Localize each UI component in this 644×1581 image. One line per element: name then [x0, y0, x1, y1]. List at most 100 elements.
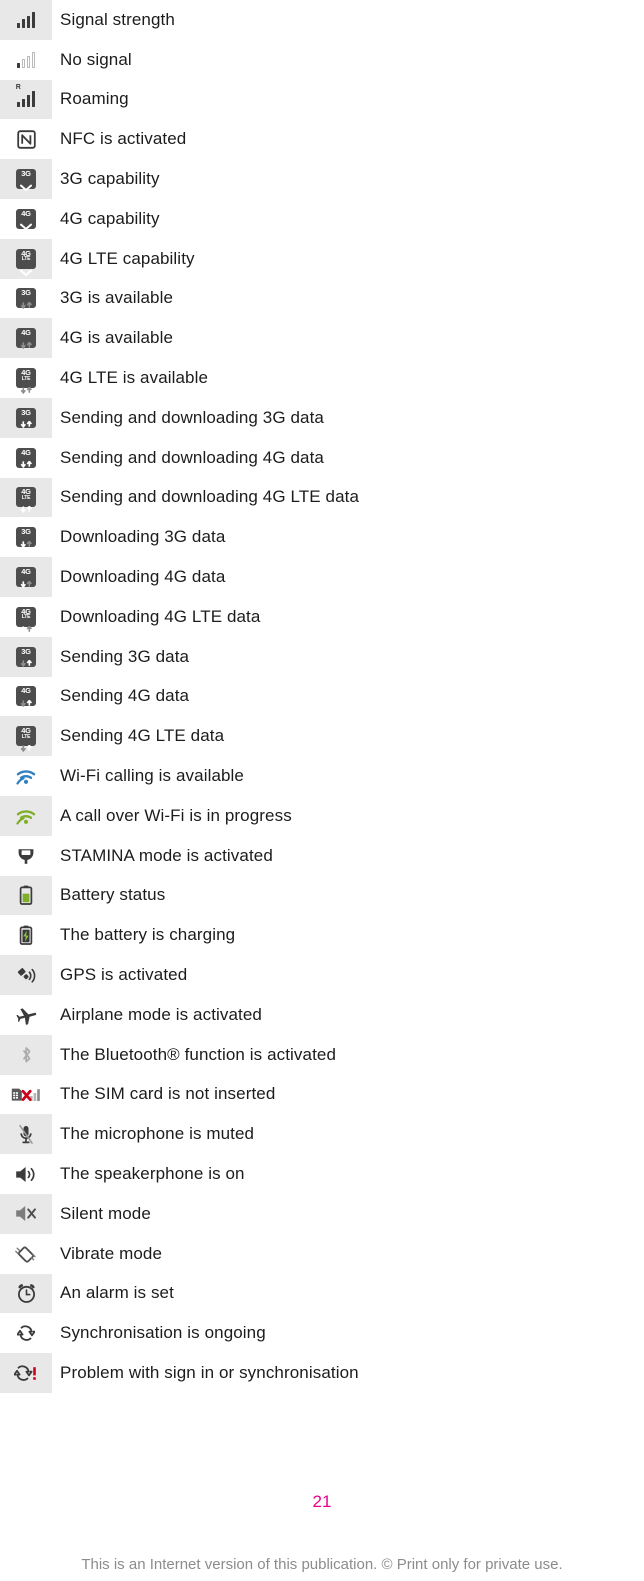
3g-download-icon: 3G [0, 517, 52, 557]
status-icon-row: 4G LTE Sending 4G LTE data [0, 716, 644, 757]
4g-send-receive-icon: 4G [0, 438, 52, 478]
status-icon-row: 3G Sending and downloading 3G data [0, 397, 644, 438]
status-icon-label: Problem with sign in or synchronisation [60, 1362, 359, 1382]
status-icon-label: STAMINA mode is activated [60, 845, 273, 865]
4g-available-icon: 4G [0, 318, 52, 359]
status-icon-label: 4G capability [60, 208, 160, 228]
3g-send-receive-icon: 3G [0, 397, 52, 438]
status-icon-row: STAMINA mode is activated [0, 836, 644, 876]
status-icon-row: Problem with sign in or synchronisation [0, 1353, 644, 1393]
status-icon-label: Downloading 4G LTE data [60, 606, 261, 626]
3g-upload-icon: 3G [0, 636, 52, 677]
no-signal-icon [0, 40, 52, 80]
4g-lte-send-receive-icon: 4G LTE [0, 477, 52, 518]
status-icon-row: 4G LTE 4G LTE is available [0, 358, 644, 398]
status-icon-label: The microphone is muted [60, 1124, 255, 1144]
status-icon-row: GPS is activated [0, 955, 644, 995]
status-icons-page: Signal strength No signal R Roaming NFC is a… [0, 0, 644, 1581]
microphone-muted-icon [0, 1114, 52, 1155]
no-sim-card-icon [0, 1075, 52, 1115]
status-icon-row: An alarm is set [0, 1273, 644, 1314]
status-icon-row: 3G Downloading 3G data [0, 517, 644, 557]
nfc-icon [0, 119, 52, 159]
vibrate-mode-icon [0, 1234, 52, 1274]
4g-lte-upload-icon: 4G LTE [0, 716, 52, 757]
wifi-calling-available-icon [0, 756, 52, 796]
wifi-call-in-progress-icon [0, 795, 52, 836]
status-icon-label: An alarm is set [60, 1283, 174, 1303]
status-icon-label: GPS is activated [60, 965, 188, 985]
status-icon-row: 4G Sending 4G data [0, 677, 644, 717]
status-icon-row: 4G Sending and downloading 4G data [0, 438, 644, 478]
status-icon-label: Downloading 4G data [60, 567, 226, 587]
status-icon-row: A call over Wi-Fi is in progress [0, 795, 644, 836]
status-icon-label: 4G LTE is available [60, 368, 209, 388]
roaming-icon: R [0, 79, 52, 120]
battery-status-icon [0, 875, 52, 916]
status-icon-label: Sending and downloading 3G data [60, 407, 324, 427]
status-icon-label: No signal [60, 49, 132, 69]
status-icon-row: Battery status [0, 875, 644, 916]
status-icon-label: Synchronisation is ongoing [60, 1323, 266, 1343]
status-icon-label: The speakerphone is on [60, 1164, 245, 1183]
status-icon-row: The Bluetooth® function is activated [0, 1034, 644, 1075]
status-icon-row: 4G LTE 4G LTE capability [0, 238, 644, 279]
status-icon-row: No signal [0, 40, 644, 80]
gps-icon [0, 955, 52, 995]
status-icon-label: Sending 3G data [60, 646, 190, 666]
battery-charging-icon [0, 915, 52, 955]
status-icon-label: Downloading 3G data [60, 527, 226, 547]
status-icon-label: Wi-Fi calling is available [60, 766, 244, 786]
status-icon-label: A call over Wi-Fi is in progress [60, 805, 292, 825]
status-icon-row: R Roaming [0, 79, 644, 120]
status-icon-row: Signal strength [0, 0, 644, 40]
status-icon-label: Silent mode [60, 1203, 151, 1223]
sync-ongoing-icon [0, 1313, 52, 1353]
status-icon-row: The speakerphone is on [0, 1154, 644, 1194]
status-icon-label: Signal strength [60, 9, 175, 29]
status-icon-label: Sending and downloading 4G data [60, 447, 324, 467]
status-icon-label: The Bluetooth® function is activated [60, 1044, 337, 1064]
page-number: 21 [312, 1492, 332, 1511]
status-icon-list: Signal strength No signal R Roaming NFC is a… [0, 0, 644, 1393]
status-icon-row: 4G LTE Downloading 4G LTE data [0, 597, 644, 637]
status-icon-label: Sending and downloading 4G LTE data [60, 487, 360, 507]
3g-available-icon: 3G [0, 279, 52, 319]
status-icon-row: 4G LTE Sending and downloading 4G LTE data [0, 477, 644, 518]
status-icon-label: Sending 4G LTE data [60, 726, 225, 746]
status-icon-row: 3G Sending 3G data [0, 636, 644, 677]
footer-copyright-note: This is an Internet version of this publ… [81, 1556, 563, 1573]
airplane-mode-icon [0, 995, 52, 1035]
status-icon-label: Roaming [60, 89, 129, 109]
4g-lte-download-icon: 4G LTE [0, 597, 52, 637]
status-icon-row: The battery is charging [0, 915, 644, 955]
speakerphone-icon [0, 1154, 52, 1194]
status-icon-label: 4G is available [60, 328, 174, 348]
status-icon-label: 3G is available [60, 288, 174, 308]
alarm-icon [0, 1273, 52, 1314]
3g-capability-icon: 3G [0, 159, 52, 199]
status-icon-row: Synchronisation is ongoing [0, 1313, 644, 1353]
status-icon-label: Sending 4G data [60, 686, 190, 706]
status-icon-label: NFC is activated [60, 129, 187, 149]
status-icon-row: NFC is activated [0, 119, 644, 159]
status-icon-row: 3G 3G is available [0, 279, 644, 319]
status-icon-row: 4G 4G capability [0, 199, 644, 239]
status-icon-label: The SIM card is not inserted [60, 1084, 276, 1104]
status-icon-row: 4G 4G is available [0, 318, 644, 359]
status-icon-row: 4G Downloading 4G data [0, 557, 644, 597]
bluetooth-icon [0, 1034, 52, 1075]
4g-capability-icon: 4G [0, 199, 52, 239]
4g-lte-capability-icon: 4G LTE [0, 238, 52, 279]
status-icon-row: 3G 3G capability [0, 159, 644, 199]
silent-mode-icon [0, 1193, 52, 1234]
4g-download-icon: 4G [0, 557, 52, 597]
stamina-mode-icon [0, 836, 52, 876]
4g-lte-available-icon: 4G LTE [0, 358, 52, 398]
status-icon-row: The microphone is muted [0, 1114, 644, 1155]
status-icon-label: 4G LTE capability [60, 248, 195, 268]
status-icon-label: Airplane mode is activated [60, 1004, 262, 1024]
signal-strength-icon [0, 0, 52, 40]
status-icon-label: Battery status [60, 885, 166, 905]
status-icon-label: The battery is charging [60, 925, 236, 945]
